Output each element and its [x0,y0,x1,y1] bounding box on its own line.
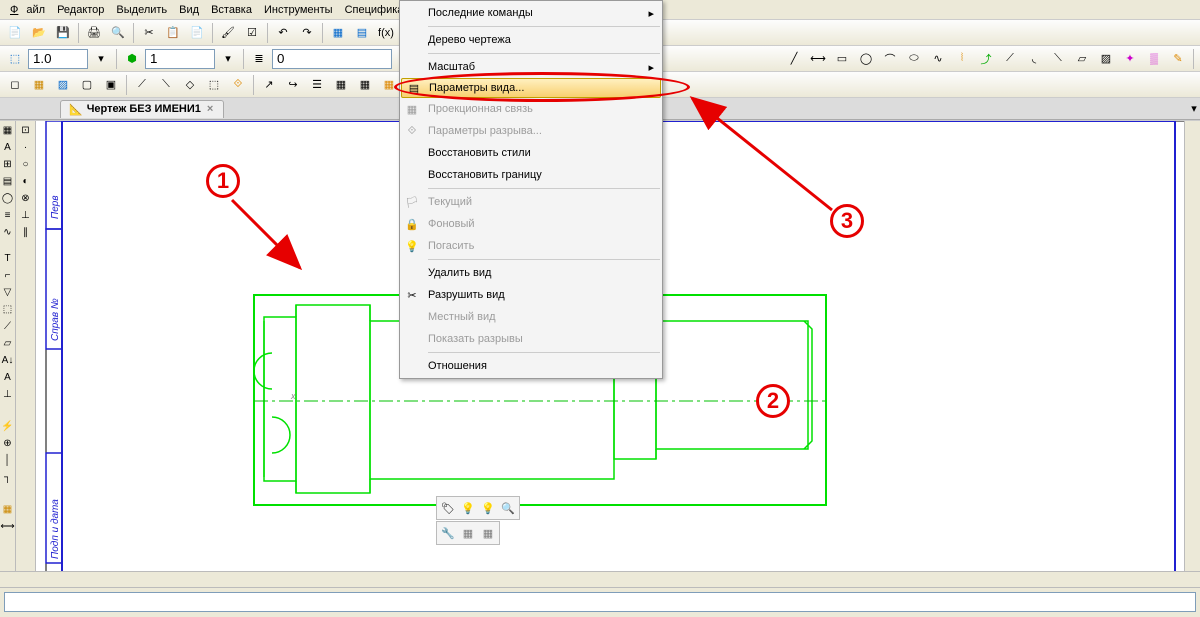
marker-3: 3 [830,204,864,238]
arrow-1 [232,200,300,268]
arrow-3 [692,98,832,210]
marker-1: 1 [206,164,240,198]
marker-2: 2 [756,384,790,418]
